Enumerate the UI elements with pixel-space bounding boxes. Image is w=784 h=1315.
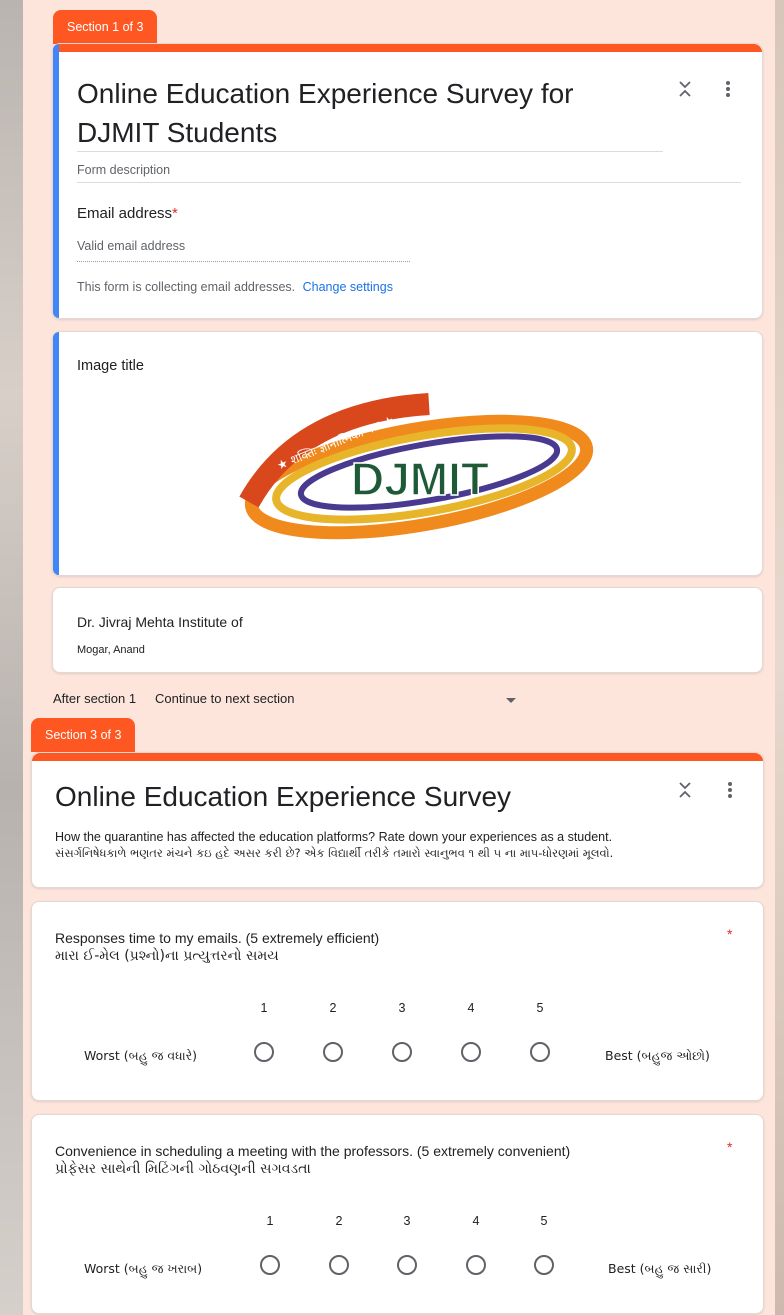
section-3-header-card[interactable]: Online Education Experience Survey How t… (31, 752, 764, 888)
section-3-tab[interactable]: Section 3 of 3 (31, 718, 136, 752)
scale-label-2: 2 (335, 1214, 343, 1228)
form-title-line-2: DJMIT Students (77, 117, 278, 148)
radio-option-4[interactable] (461, 1042, 481, 1062)
more-vert-icon[interactable] (718, 778, 742, 802)
form-title-line-1: Online Education Experience Survey for (77, 78, 574, 109)
question-title-gujarati: મારા ઈ-મેલ (પ્રશ્નો)ના પ્રત્યુત્તરનો સમય (55, 948, 279, 964)
change-settings-link[interactable]: Change settings (303, 280, 393, 294)
radio-option-2[interactable] (329, 1255, 349, 1275)
text-item-description[interactable]: Mogar, Anand (77, 644, 145, 656)
image-title-input[interactable]: Image title (77, 358, 144, 374)
question-title-gujarati: પ્રોફેસર સાથેની મિટિંગની ગોઠવણની સગવડતા (55, 1161, 311, 1177)
scale-label-1: 1 (260, 1001, 268, 1015)
description-gujarati: સંસર્ગનિષેધકાળે ભણતર મંચને કઇ હદે અસર કર… (55, 846, 614, 860)
scale-label-2: 2 (329, 1001, 337, 1015)
section-1-tab[interactable]: Section 1 of 3 (53, 10, 158, 44)
section-3-title[interactable]: Online Education Experience Survey (55, 777, 511, 816)
question-card-response-time[interactable]: Responses time to my emails. (5 extremel… (31, 901, 764, 1101)
question-title-english: Responses time to my emails. (5 extremel… (55, 930, 380, 946)
after-section-dropdown[interactable]: Continue to next section (155, 691, 515, 706)
title-description-card[interactable]: Dr. Jivraj Mehta Institute of Mogar, Ana… (52, 587, 763, 673)
scale-label-3: 3 (403, 1214, 411, 1228)
email-label-text: Email address (77, 205, 173, 222)
scale-low-label: Worst (બહુ જ ખરાબ) (84, 1261, 203, 1276)
title-underline (77, 151, 663, 152)
email-field[interactable]: Valid email address (77, 239, 185, 253)
section-accent-bar (32, 753, 763, 761)
selected-indicator (53, 332, 59, 575)
scale-high-label: Best (બહુ જ સારી) (608, 1261, 712, 1276)
radio-option-2[interactable] (323, 1042, 343, 1062)
logo-text: DJMIT (351, 453, 489, 505)
description-english: How the quarantine has affected the educ… (55, 830, 613, 844)
required-mark: * (172, 205, 178, 222)
radio-option-3[interactable] (392, 1042, 412, 1062)
after-section-value: Continue to next section (155, 691, 295, 706)
section-accent-bar (53, 44, 762, 52)
question-title: Convenience in scheduling a meeting with… (55, 1143, 570, 1177)
collapse-icon[interactable] (673, 778, 697, 802)
radio-option-1[interactable] (254, 1042, 274, 1062)
radio-option-1[interactable] (260, 1255, 280, 1275)
section-3-description[interactable]: How the quarantine has affected the educ… (55, 830, 745, 861)
radio-option-4[interactable] (466, 1255, 486, 1275)
radio-option-5[interactable] (534, 1255, 554, 1275)
scale-label-1: 1 (266, 1214, 274, 1228)
scale-label-4: 4 (467, 1001, 475, 1015)
scale-high-label: Best (બહુજ ઓછો) (605, 1048, 710, 1063)
arrow-drop-down-icon[interactable] (506, 698, 516, 703)
description-underline (77, 182, 741, 183)
djmit-logo-image: ★ शक्तिः ज्ञानात्मिका परा ★ DJMIT (239, 393, 594, 540)
more-vert-icon[interactable] (716, 77, 740, 101)
scale-label-5: 5 (540, 1214, 548, 1228)
background-right (775, 0, 784, 1315)
required-mark: * (727, 926, 733, 942)
required-mark: * (727, 1139, 733, 1155)
radio-option-5[interactable] (530, 1042, 550, 1062)
email-field-underline (77, 261, 410, 262)
scale-label-4: 4 (472, 1214, 480, 1228)
collecting-note: This form is collecting email addresses.… (77, 280, 393, 294)
background-left (0, 0, 23, 1315)
scale-label-3: 3 (398, 1001, 406, 1015)
image-item-card[interactable]: Image title ★ शक्तिः ज्ञानात्मिका परा ★ … (52, 331, 763, 576)
question-card-meeting-convenience[interactable]: Convenience in scheduling a meeting with… (31, 1114, 764, 1314)
selected-indicator (53, 44, 59, 318)
scale-low-label: Worst (બહુ જ વધારે) (84, 1048, 198, 1063)
radio-option-3[interactable] (397, 1255, 417, 1275)
form-canvas: Section 1 of 3 Online Education Experien… (23, 0, 775, 1315)
collapse-icon[interactable] (673, 77, 697, 101)
scale-label-5: 5 (536, 1001, 544, 1015)
question-title: Responses time to my emails. (5 extremel… (55, 930, 379, 964)
collecting-note-text: This form is collecting email addresses. (77, 280, 296, 294)
email-label: Email address* (77, 205, 178, 222)
form-title[interactable]: Online Education Experience Survey for D… (77, 74, 657, 152)
section-1-header-card[interactable]: Online Education Experience Survey for D… (52, 43, 763, 319)
form-description-input[interactable]: Form description (77, 163, 170, 177)
after-section-label: After section 1 (53, 691, 137, 706)
text-item-title[interactable]: Dr. Jivraj Mehta Institute of (77, 614, 243, 630)
question-title-english: Convenience in scheduling a meeting with… (55, 1143, 571, 1159)
